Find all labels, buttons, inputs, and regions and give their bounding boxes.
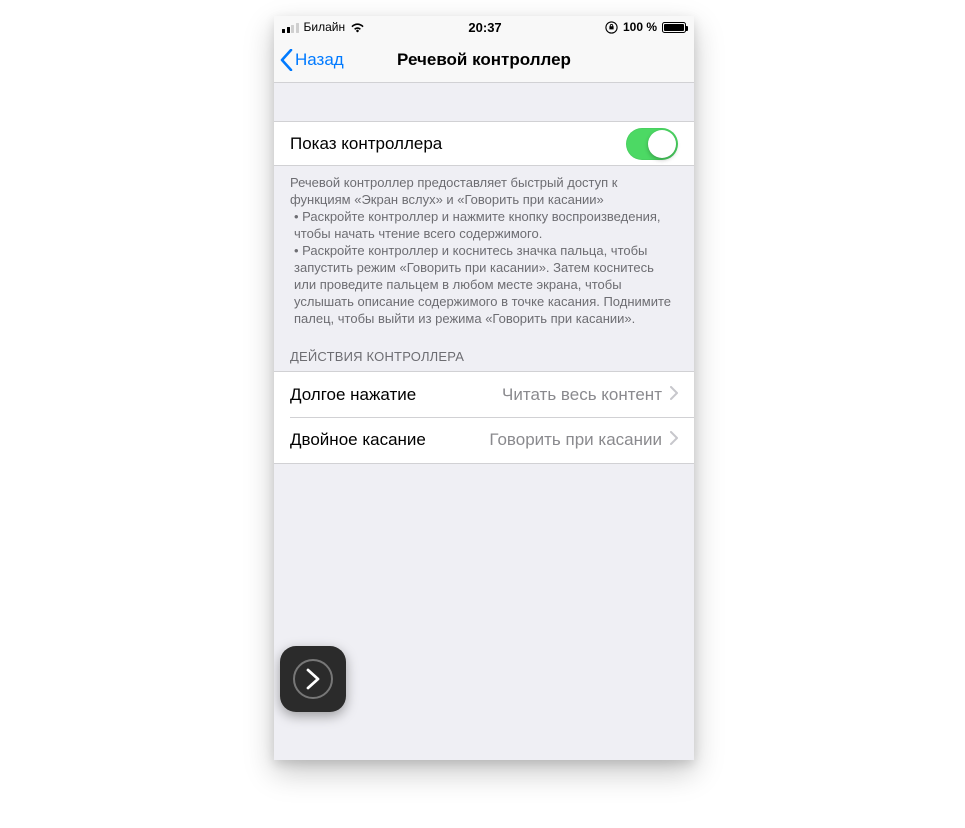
show-controller-label: Показ контроллера <box>290 134 442 154</box>
long-press-label: Долгое нажатие <box>290 385 416 405</box>
controller-actions-group: Долгое нажатие Читать весь контент Двойн… <box>274 371 694 464</box>
status-time: 20:37 <box>468 20 501 35</box>
back-button[interactable]: Назад <box>274 49 344 71</box>
show-controller-toggle[interactable] <box>626 128 678 160</box>
wifi-icon <box>350 22 365 33</box>
chevron-right-icon <box>305 667 321 691</box>
speech-controller-floating-button[interactable] <box>280 646 346 712</box>
description-text: Речевой контроллер предоставляет быстрый… <box>274 166 694 327</box>
signal-strength-icon <box>282 22 299 33</box>
phone-frame: Билайн 20:37 100 % Назад Речевой контрол… <box>274 16 694 760</box>
double-tap-row[interactable]: Двойное касание Говорить при касании <box>274 418 694 463</box>
description-bullet-2: • Раскройте контроллер и коснитесь значк… <box>290 242 678 327</box>
chevron-right-icon <box>670 385 678 405</box>
chevron-right-icon <box>670 430 678 450</box>
status-bar: Билайн 20:37 100 % <box>274 16 694 38</box>
description-intro: Речевой контроллер предоставляет быстрый… <box>290 174 678 208</box>
double-tap-label: Двойное касание <box>290 430 426 450</box>
long-press-value: Читать весь контент <box>416 385 670 405</box>
carrier-label: Билайн <box>304 20 346 34</box>
battery-icon <box>662 22 686 33</box>
content-area: Показ контроллера Речевой контроллер пре… <box>274 83 694 760</box>
nav-bar: Назад Речевой контроллер <box>274 38 694 83</box>
chevron-left-icon <box>280 49 293 71</box>
orientation-lock-icon <box>605 21 618 34</box>
back-label: Назад <box>295 50 344 70</box>
double-tap-value: Говорить при касании <box>426 430 670 450</box>
battery-percent: 100 % <box>623 20 657 34</box>
description-bullet-1: • Раскройте контроллер и нажмите кнопку … <box>290 208 678 242</box>
long-press-row[interactable]: Долгое нажатие Читать весь контент <box>274 372 694 417</box>
controller-actions-header: ДЕЙСТВИЯ КОНТРОЛЛЕРА <box>274 327 694 371</box>
show-controller-row: Показ контроллера <box>274 121 694 166</box>
speech-controller-ring-icon <box>293 659 333 699</box>
